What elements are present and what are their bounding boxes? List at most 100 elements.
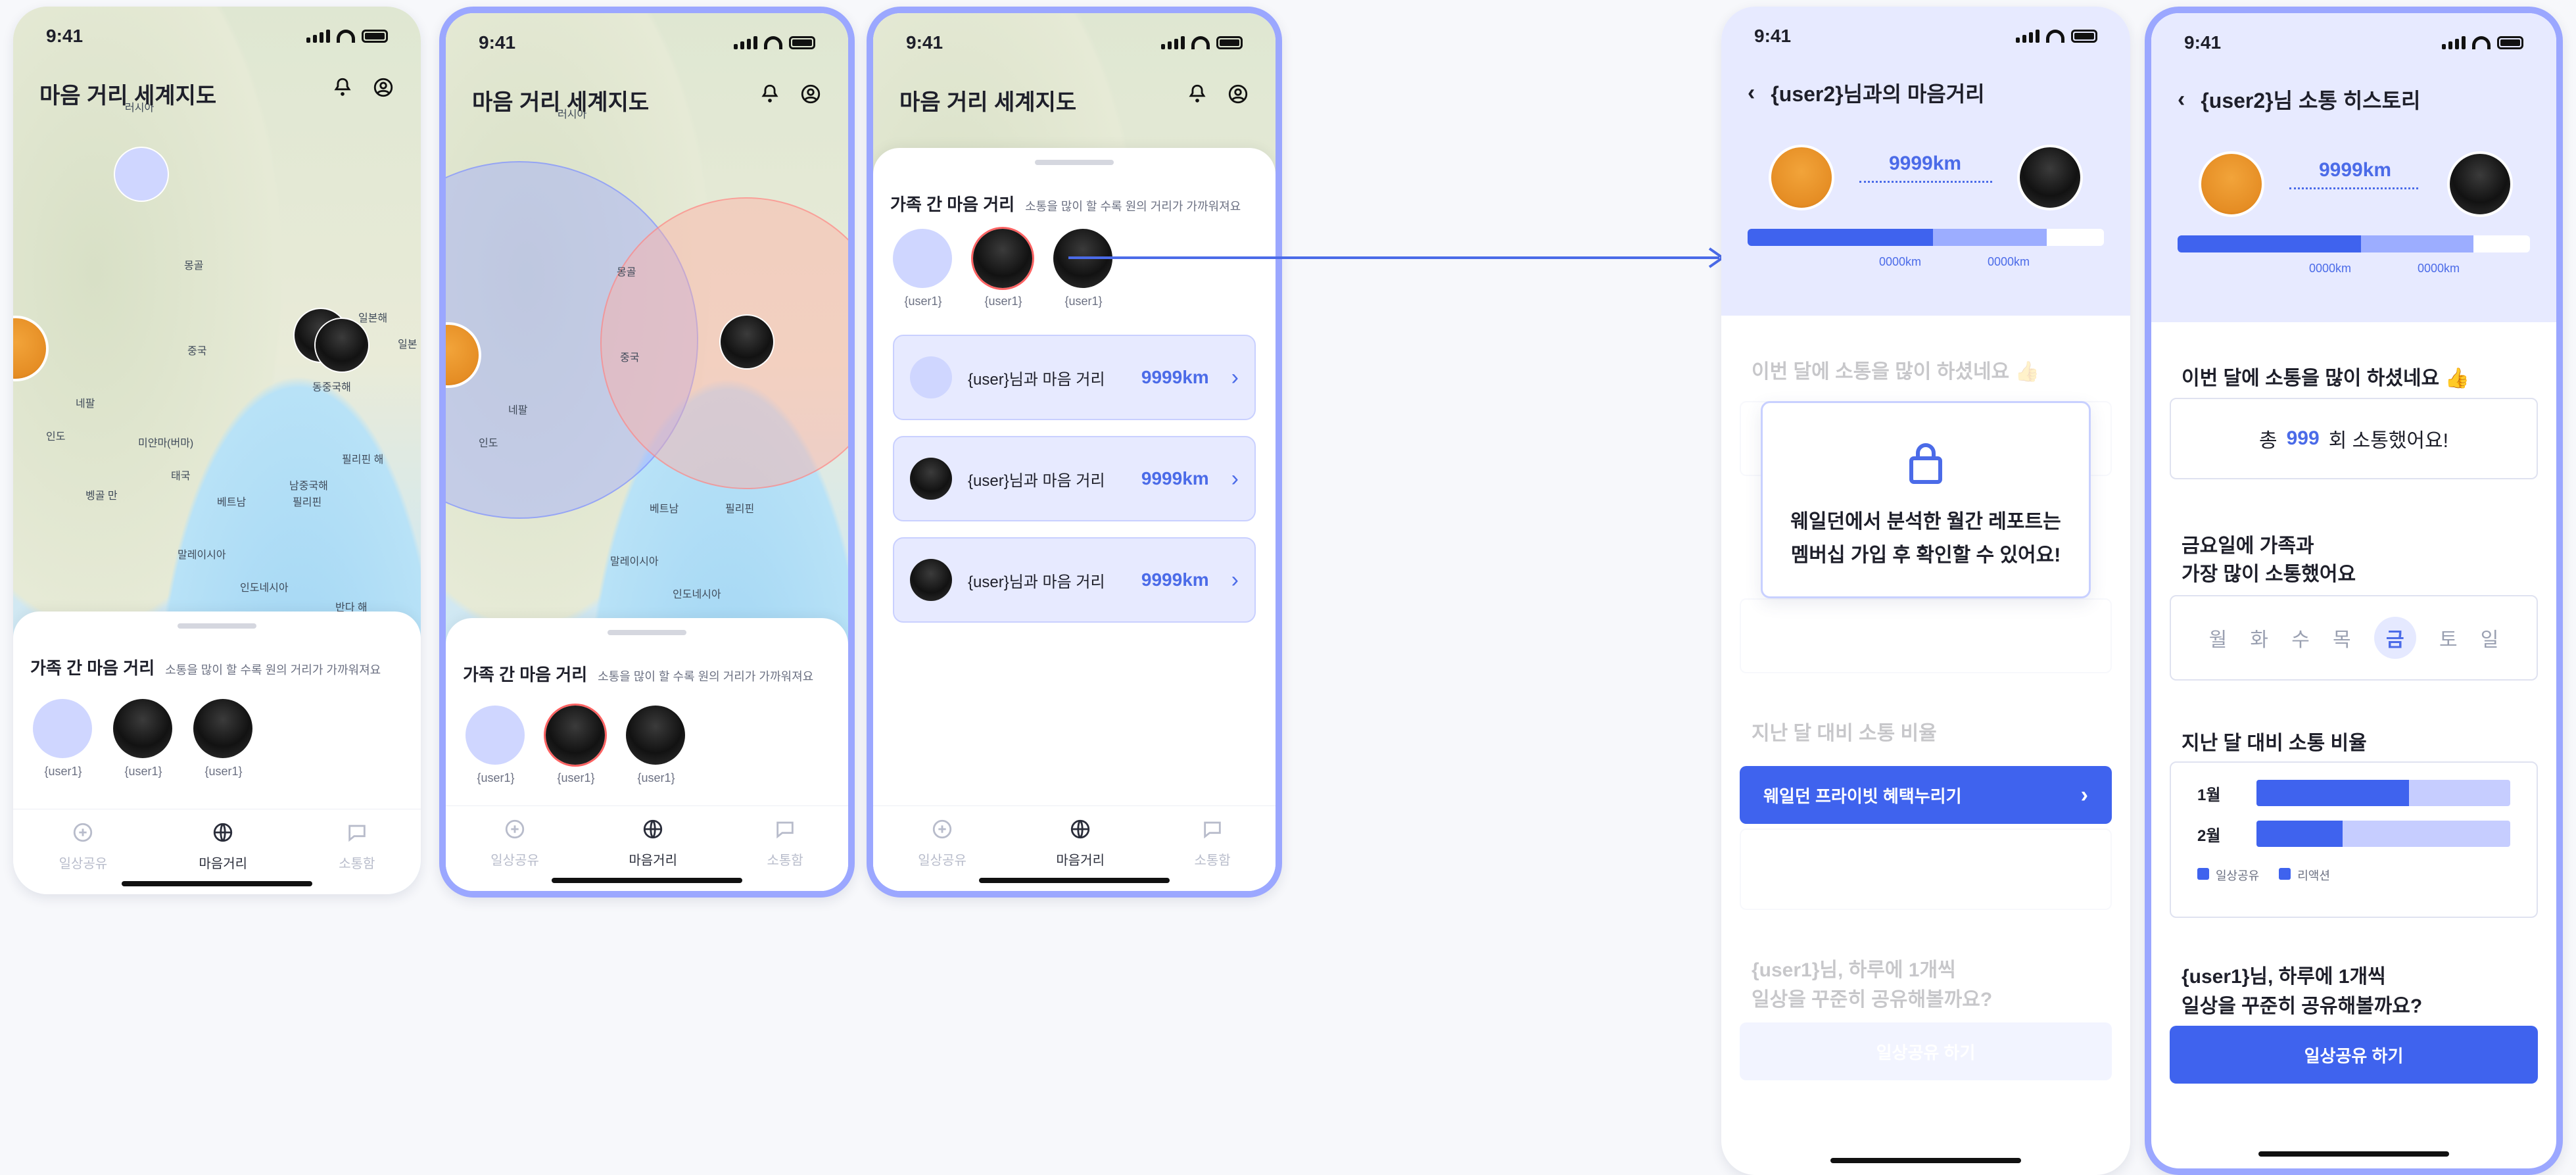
- whale-avatar: [33, 699, 92, 758]
- member-name: {user1}: [124, 765, 162, 778]
- page-title: {user2}님과의 마음거리: [1771, 82, 1985, 106]
- member-avatar[interactable]: {user1}: [1053, 229, 1114, 308]
- list-item-label: {user}님과 마음 거리: [968, 471, 1105, 490]
- profile-icon[interactable]: [372, 76, 394, 99]
- membership-cta[interactable]: 웨일던 프라이빗 혜택누리기 ›: [1740, 766, 2112, 824]
- map-label: 인도: [479, 438, 498, 449]
- distance-list-item[interactable]: {user}님과 마음 거리 9999km ›: [893, 335, 1256, 420]
- map-label: 중국: [620, 352, 640, 364]
- weekday[interactable]: 화: [2250, 623, 2268, 652]
- ratio-fill-jan: [2256, 780, 2409, 806]
- map-avatar-photo[interactable]: [316, 319, 368, 372]
- total-count-box: 총 999 회 소통했어요!: [2170, 398, 2538, 479]
- sheet-handle[interactable]: [178, 623, 256, 629]
- distance-list-item[interactable]: {user}님과 마음 거리 9999km ›: [893, 537, 1256, 623]
- bell-icon[interactable]: [759, 83, 781, 105]
- battery-icon: [362, 30, 388, 43]
- weekday-selected[interactable]: 금: [2373, 617, 2416, 659]
- family-distance-sheet: 가족 간 마음 거리 소통을 많이 할 수록 원의 거리가 가까워져요 {use…: [446, 618, 848, 891]
- tab-heart-distance[interactable]: 마음거리: [1056, 818, 1105, 869]
- map-label: 미얀마(버마): [138, 438, 194, 449]
- profile-icon[interactable]: [1227, 83, 1249, 105]
- sheet-subtitle: 소통을 많이 할 수록 원의 거리가 가까워져요: [598, 670, 814, 683]
- back-icon[interactable]: ‹: [2178, 87, 2185, 112]
- weekday-row: 월 화 수 목 금 토 일: [2171, 596, 2537, 679]
- member-avatar[interactable]: {user1}: [113, 699, 174, 779]
- sheet-title: 가족 간 마음 거리: [463, 665, 588, 684]
- member-avatar[interactable]: {user1}: [465, 706, 526, 785]
- battery-icon: [1216, 36, 1243, 49]
- member-name: {user1}: [44, 765, 82, 778]
- wifi-icon: [764, 36, 782, 49]
- ratio-row: 2월: [2197, 821, 2510, 847]
- top-actions: [331, 76, 394, 99]
- screen-communication-history: 9:41 ‹ {user2}님 소통 히스토리 9999km 0000km 00…: [2145, 7, 2563, 1175]
- tab-daily-share[interactable]: 일상공유: [918, 818, 966, 869]
- status-bar: 9:41: [873, 13, 1276, 72]
- sheet-title: 가족 간 마음 거리: [890, 195, 1015, 214]
- back-icon[interactable]: ‹: [1748, 80, 1755, 106]
- map-label: 동중국해: [312, 382, 351, 393]
- sheet-subtitle: 소통을 많이 할 수록 원의 거리가 가까워져요: [1025, 200, 1241, 213]
- profile-icon[interactable]: [799, 83, 822, 105]
- tab-daily-share[interactable]: 일상공유: [490, 818, 539, 869]
- daily-share-cta[interactable]: 일상공유 하기: [2170, 1026, 2538, 1084]
- list-item-distance: 9999km: [1141, 367, 1209, 387]
- map-avatar-whale[interactable]: [115, 148, 168, 201]
- member-avatar[interactable]: {user1}: [33, 699, 93, 779]
- map-label: 중국: [187, 346, 207, 357]
- weekday[interactable]: 월: [2209, 623, 2228, 652]
- tab-message-box[interactable]: 소통함: [339, 821, 375, 872]
- chevron-right-icon: ›: [1231, 466, 1239, 491]
- member-avatar[interactable]: {user1}: [193, 699, 254, 779]
- progress-left-label: 0000km: [2309, 262, 2352, 275]
- bell-icon[interactable]: [1186, 83, 1208, 105]
- member-name: {user1}: [1064, 295, 1103, 308]
- page-title: 마음 거리 세계지도: [472, 90, 650, 115]
- weekday[interactable]: 수: [2291, 623, 2310, 652]
- weekday[interactable]: 일: [2481, 623, 2499, 652]
- signal-icon: [306, 30, 330, 43]
- member-avatar[interactable]: {user1}: [626, 706, 686, 785]
- photo-avatar: [910, 559, 952, 601]
- legend-item: 리액션: [2279, 867, 2330, 884]
- photo-avatar: [193, 699, 252, 758]
- member-name: {user1}: [557, 771, 595, 784]
- weekday[interactable]: 토: [2439, 623, 2458, 652]
- ratio-bar: [2256, 780, 2510, 806]
- home-indicator: [122, 881, 312, 886]
- member-name: {user1}: [477, 771, 515, 784]
- screen-map-selected: 9:41 마음 거리 세계지도 러시아 몽골 중국 네팔 인도 베트남 필리핀 …: [439, 7, 855, 898]
- tab-message-box[interactable]: 소통함: [767, 818, 803, 869]
- photo-avatar: [113, 699, 172, 758]
- ratio-label: 1월: [2197, 786, 2221, 804]
- tab-heart-distance[interactable]: 마음거리: [199, 821, 247, 872]
- status-time: 9:41: [1754, 26, 1792, 46]
- tab-daily-share[interactable]: 일상공유: [59, 821, 107, 872]
- member-avatar-selected[interactable]: {user1}: [973, 229, 1034, 308]
- suggest-line-1: {user1}님, 하루에 1개씩: [2182, 966, 2386, 988]
- weekday[interactable]: 목: [2333, 623, 2351, 652]
- chevron-right-icon: ›: [1231, 567, 1239, 592]
- ratio-legend: 일상공유 리액션: [2197, 867, 2510, 884]
- sheet-handle[interactable]: [1035, 160, 1114, 165]
- map-label: 베트남: [650, 504, 679, 515]
- wifi-icon: [2472, 36, 2491, 49]
- distance-list-item[interactable]: {user}님과 마음 거리 9999km ›: [893, 436, 1256, 521]
- tab-message-box[interactable]: 소통함: [1195, 818, 1231, 869]
- cta-label: 웨일던 프라이빗 혜택누리기: [1763, 786, 1962, 806]
- map-avatar-photo[interactable]: [721, 316, 773, 368]
- chevron-right-icon: ›: [2080, 782, 2088, 807]
- member-avatar-selected[interactable]: {user1}: [546, 706, 606, 785]
- signal-icon: [734, 36, 757, 49]
- suggest-line-2: 일상을 꾸준히 공유해볼까요?: [2182, 995, 2423, 1017]
- member-avatar[interactable]: {user1}: [893, 229, 953, 308]
- tab-heart-distance[interactable]: 마음거리: [629, 818, 677, 869]
- photo-avatar: [1053, 229, 1112, 288]
- bell-icon[interactable]: [331, 76, 354, 99]
- map-label: 필리핀: [293, 497, 322, 508]
- distance-value: 9999km: [2319, 159, 2392, 181]
- battery-icon: [2497, 36, 2523, 49]
- sheet-handle[interactable]: [608, 630, 686, 635]
- plus-icon: [72, 821, 94, 848]
